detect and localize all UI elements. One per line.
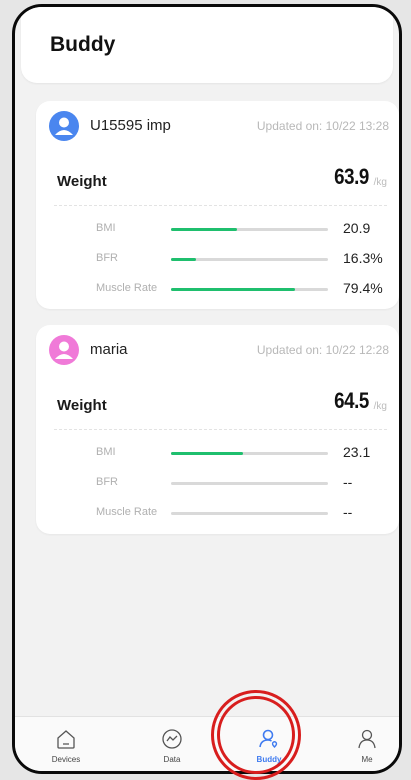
metric-label: BFR bbox=[96, 252, 118, 264]
metric-value: 20.9 bbox=[343, 220, 371, 236]
divider bbox=[54, 205, 387, 206]
metric-row-bfr: BFR 16.3% bbox=[36, 249, 399, 269]
buddy-card[interactable]: maria Updated on: 10/22 12:28 Weight 64.… bbox=[36, 325, 399, 534]
updated-time: Updated on: 10/22 13:28 bbox=[256, 119, 389, 133]
metric-bar-track bbox=[171, 288, 328, 291]
metric-label: BMI bbox=[96, 222, 116, 234]
metric-bar-track bbox=[171, 258, 328, 261]
metric-bar-fill bbox=[171, 452, 244, 455]
page-title: Buddy bbox=[50, 33, 116, 56]
metric-value: -- bbox=[343, 474, 353, 490]
metric-value: 16.3% bbox=[343, 250, 383, 266]
metric-label: Muscle Rate bbox=[96, 506, 158, 518]
metric-value: 23.1 bbox=[343, 444, 371, 460]
trend-icon bbox=[162, 729, 182, 749]
page-header: Buddy bbox=[21, 7, 393, 83]
updated-time: Updated on: 10/22 12:28 bbox=[256, 343, 389, 357]
metric-value: -- bbox=[343, 504, 353, 520]
metric-bar-fill bbox=[171, 228, 237, 231]
metric-label: BFR bbox=[96, 476, 118, 488]
metric-row-muscle-rate: Muscle Rate -- bbox=[36, 503, 399, 523]
avatar-icon bbox=[49, 335, 79, 365]
metric-row-bmi: BMI 23.1 bbox=[36, 443, 399, 463]
buddy-card[interactable]: U15595 imp Updated on: 10/22 13:28 Weigh… bbox=[36, 101, 399, 309]
phone-frame: ··· Buddy U15595 imp Updated on: 10/22 1… bbox=[12, 4, 402, 774]
weight-label: Weight bbox=[57, 397, 107, 414]
metric-row-bmi: BMI 20.9 bbox=[36, 219, 399, 239]
metric-row-muscle-rate: Muscle Rate 79.4% bbox=[36, 279, 399, 299]
metric-bar-track bbox=[171, 228, 328, 231]
nav-label: Me bbox=[361, 755, 373, 764]
metric-bar-fill bbox=[171, 288, 296, 291]
weight-unit: /kg bbox=[373, 177, 387, 188]
person-icon bbox=[358, 729, 376, 749]
avatar-icon bbox=[49, 111, 79, 141]
weight-value: 63.9 bbox=[334, 164, 369, 189]
weight-label: Weight bbox=[57, 173, 107, 190]
metric-bar-track bbox=[171, 512, 328, 515]
home-icon bbox=[57, 730, 75, 749]
metric-value: 79.4% bbox=[343, 280, 383, 296]
divider bbox=[54, 429, 387, 430]
nav-me[interactable]: Me bbox=[337, 717, 397, 771]
nav-label: Data bbox=[163, 755, 181, 764]
avatar bbox=[49, 335, 79, 365]
nav-label: Devices bbox=[51, 755, 81, 764]
nav-devices[interactable]: Devices bbox=[36, 717, 96, 771]
buddy-name: U15595 imp bbox=[90, 117, 171, 134]
metric-bar-track bbox=[171, 482, 328, 485]
weight-value: 64.5 bbox=[334, 388, 369, 413]
metric-label: Muscle Rate bbox=[96, 282, 158, 294]
highlight-ring bbox=[217, 696, 295, 774]
metric-bar-track bbox=[171, 452, 328, 455]
bottom-nav: Devices Data Buddy Me bbox=[15, 716, 399, 771]
buddy-name: maria bbox=[90, 341, 128, 358]
avatar bbox=[49, 111, 79, 141]
metric-bar-fill bbox=[171, 258, 197, 261]
metric-label: BMI bbox=[96, 446, 116, 458]
nav-data[interactable]: Data bbox=[142, 717, 202, 771]
weight-unit: /kg bbox=[373, 401, 387, 412]
metric-row-bfr: BFR -- bbox=[36, 473, 399, 493]
